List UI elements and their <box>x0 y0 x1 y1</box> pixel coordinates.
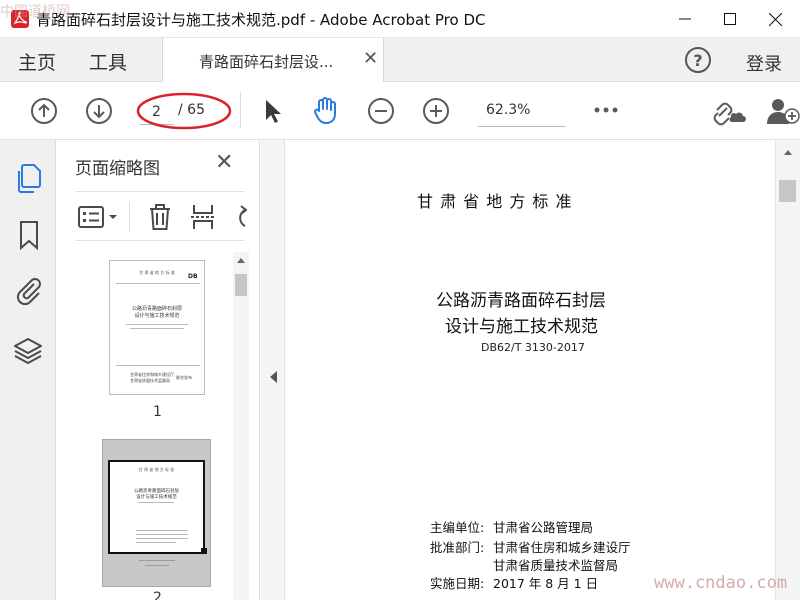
zoom-select[interactable]: 62.3% <box>478 99 566 127</box>
thumbnail-options-icon[interactable] <box>77 204 123 230</box>
page-thumbnail-2-selected[interactable]: 甘 肃 省 地 方 标 准 公路沥青路面碎石封层 设计与施工技术规范 <box>102 439 211 587</box>
zoom-value: 62.3% <box>486 102 531 118</box>
close-icon <box>768 12 782 26</box>
thumbnails-scrollbar[interactable] <box>233 252 249 600</box>
approver-value-1: 甘肃省住房和城乡建设厅 <box>493 540 631 555</box>
thumb2-line <box>136 530 188 531</box>
help-icon[interactable]: ? <box>684 46 712 74</box>
add-user-icon[interactable] <box>766 96 800 126</box>
thumb1-subtitle-line <box>126 324 188 325</box>
document-title-line-1: 公路沥青路面碎石封层 <box>436 291 606 311</box>
standard-code: DB62/T 3130-2017 <box>481 341 585 354</box>
zoom-in-icon[interactable] <box>421 96 451 126</box>
date-label: 实施日期: <box>430 576 485 591</box>
share-link-icon[interactable] <box>713 96 747 128</box>
document-tab-label: 青路面碎石封层设... <box>199 53 334 71</box>
thumb1-rule <box>116 283 200 284</box>
menu-home[interactable]: 主页 <box>18 48 56 75</box>
thumb1-rule <box>116 365 200 366</box>
menu-tools[interactable]: 工具 <box>89 48 127 75</box>
thumb1-badge: DB <box>188 273 198 280</box>
approver-value-2: 甘肃省质量技术监督局 <box>493 558 619 573</box>
thumb1-issue-tag: 联合发布 <box>176 375 192 380</box>
delete-page-icon[interactable] <box>147 202 173 232</box>
svg-text:?: ? <box>693 51 702 70</box>
hand-tool-icon[interactable] <box>310 94 342 126</box>
red-annotation-ellipse <box>136 92 232 130</box>
thumb1-title-1: 公路沥青路面碎石封层 <box>131 306 182 312</box>
maximize-icon <box>724 13 736 25</box>
watermark-bottom-right: www.cndao.com <box>654 573 788 593</box>
page-thumbnails-icon[interactable] <box>15 162 43 194</box>
zoom-out-icon[interactable] <box>366 96 396 126</box>
panel-divider <box>129 202 130 232</box>
rotate-page-icon[interactable] <box>231 204 247 230</box>
scroll-up-icon[interactable] <box>783 148 793 156</box>
thumb2-line <box>136 534 188 535</box>
document-title-line-2: 设计与施工技术规范 <box>445 317 598 337</box>
thumb2-line <box>136 542 176 543</box>
thumb1-issuer-2: 甘肃省质量技术监督局 <box>130 378 170 383</box>
page-thumbnail-1[interactable]: 甘 肃 省 地 方 标 准 DB 公路沥青路面碎石封层 设计与施工技术规范 甘肃… <box>109 260 205 395</box>
thumbnails-scroll-thumb[interactable] <box>235 274 247 296</box>
minimize-icon <box>679 18 691 20</box>
thumb2-code-line <box>138 502 174 503</box>
thumb2-title-2: 设计与施工技术规范 <box>136 495 177 500</box>
navigation-rail <box>0 140 56 600</box>
layers-icon[interactable] <box>13 336 43 366</box>
close-window-button[interactable] <box>752 0 798 38</box>
thumb2-footer-line <box>139 560 175 561</box>
editor-value: 甘肃省公路管理局 <box>493 520 594 535</box>
panel-collapse-strip <box>261 140 285 600</box>
bookmarks-icon[interactable] <box>17 220 41 250</box>
panel-toolbar <box>75 191 247 241</box>
more-tools-icon[interactable] <box>593 106 619 114</box>
maximize-button[interactable] <box>707 0 753 38</box>
thumbnails-panel: 页面缩略图 ✕ 甘 肃 省 地 方 标 准 DB 公路沥青路面碎石封层 设计与施… <box>57 140 260 600</box>
editor-label: 主编单位: <box>430 520 485 535</box>
attachments-icon[interactable] <box>14 274 42 306</box>
close-tab-button[interactable]: ✕ <box>363 48 378 69</box>
thumb2-footer-line <box>145 565 169 566</box>
window-title: 青路面碎石封层设计与施工技术规范.pdf - Adobe Acrobat Pro… <box>36 11 486 29</box>
next-page-icon[interactable] <box>84 96 114 126</box>
standard-header: 甘 肃 省 地 方 标 准 <box>417 192 573 211</box>
scroll-up-icon[interactable] <box>236 256 246 264</box>
watermark-top-left: 中国道桥网 <box>0 4 70 20</box>
close-panel-button[interactable]: ✕ <box>215 150 233 175</box>
document-scroll-thumb[interactable] <box>779 180 796 202</box>
thumb1-subtitle-line <box>130 328 184 329</box>
previous-page-icon[interactable] <box>29 96 59 126</box>
viewport-resize-handle[interactable] <box>201 548 207 554</box>
tab-document[interactable]: 青路面碎石封层设... ✕ <box>162 38 384 82</box>
menu-bar: 主页 工具 青路面碎石封层设... ✕ ? 登录 <box>0 38 800 82</box>
thumb2-header: 甘 肃 省 地 方 标 准 <box>138 467 175 472</box>
date-value: 2017 年 8 月 1 日 <box>493 576 599 591</box>
thumbnail-label-1: 1 <box>153 404 162 420</box>
toolbar-divider <box>240 92 241 128</box>
panel-title: 页面缩略图 <box>75 159 160 179</box>
document-scrollbar[interactable] <box>775 140 800 600</box>
thumbnail-label-2: 2 <box>153 590 162 600</box>
minimize-button[interactable] <box>662 0 708 38</box>
collapse-panel-icon[interactable] <box>268 370 278 384</box>
document-page[interactable]: 甘 肃 省 地 方 标 准 公路沥青路面碎石封层 设计与施工技术规范 DB62/… <box>285 140 775 600</box>
thumb2-line <box>136 538 188 539</box>
toolbar: / 65 62.3% <box>0 82 800 140</box>
thumbnail-viewport-frame: 甘 肃 省 地 方 标 准 公路沥青路面碎石封层 设计与施工技术规范 <box>108 460 205 554</box>
thumb1-title-2: 设计与施工技术规范 <box>134 313 180 319</box>
approver-label: 批准部门: <box>430 540 485 555</box>
select-cursor-icon[interactable] <box>258 96 288 126</box>
insert-pages-icon[interactable] <box>190 202 216 232</box>
title-bar: 青路面碎石封层设计与施工技术规范.pdf - Adobe Acrobat Pro… <box>0 0 800 38</box>
login-button[interactable]: 登录 <box>746 50 782 76</box>
